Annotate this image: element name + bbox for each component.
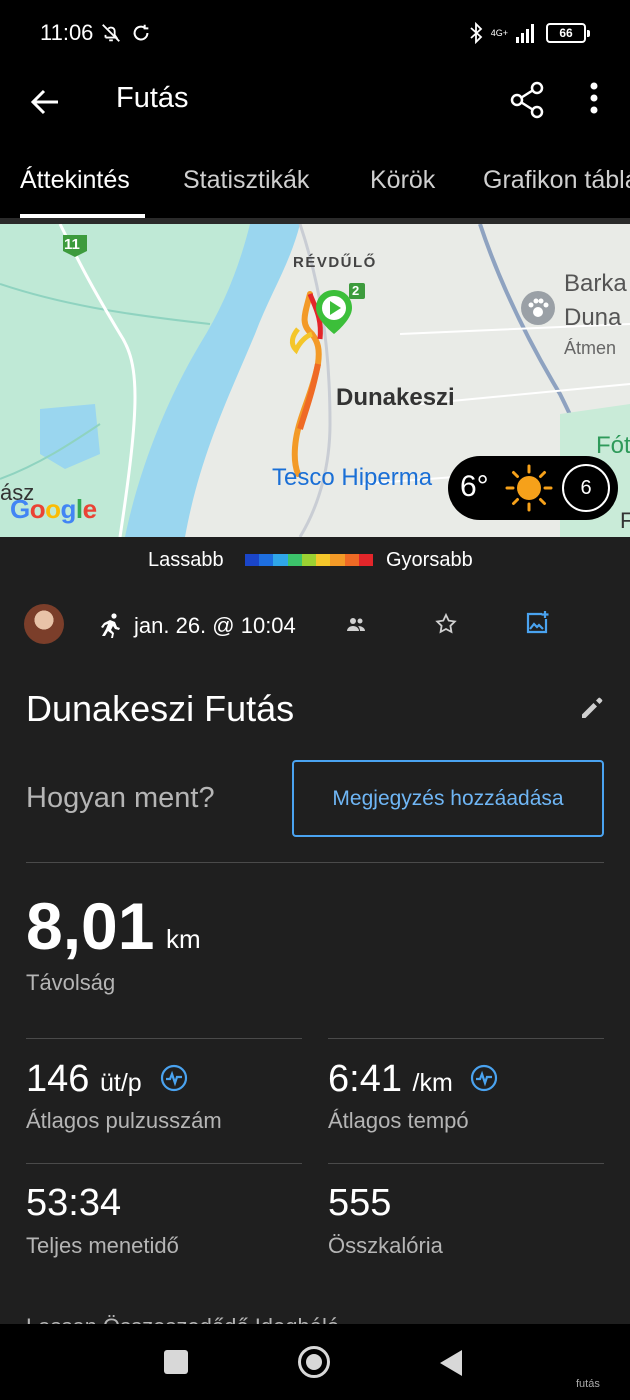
legend-color-segment	[259, 554, 274, 566]
distance-label: Távolság	[26, 970, 116, 995]
legend-faster-label: Gyorsabb	[386, 549, 473, 571]
signal-icon	[516, 24, 534, 43]
recent-apps-button[interactable]	[164, 1350, 188, 1374]
google-logo: Google	[10, 494, 97, 524]
legend-color-segment	[330, 554, 345, 566]
bluetooth-icon	[470, 22, 483, 44]
road-label-2: 2	[352, 283, 360, 298]
pace-legend: Lassabb Gyorsabb	[0, 537, 630, 583]
feedback-question: Hogyan ment?	[26, 782, 215, 814]
legend-color-segment	[273, 554, 288, 566]
map-label-edge: F	[620, 508, 630, 533]
sun-icon	[505, 464, 553, 512]
run-icon	[101, 613, 120, 638]
route-map[interactable]: 11 2 RÉVDŰLŐ Dunakeszi Tesco Hiperma Bar…	[0, 224, 630, 537]
distance-unit: km	[166, 924, 201, 954]
network-label: 4G+	[490, 27, 508, 38]
divider	[26, 1038, 302, 1039]
divider	[26, 862, 604, 863]
map-label-revdulo: RÉVDŰLŐ	[293, 254, 377, 271]
distance-value: 8,01	[26, 889, 155, 963]
map-label-tesco: Tesco Hiperma	[272, 464, 433, 491]
share-icon[interactable]	[506, 78, 550, 122]
weather-temperature: 6°	[460, 470, 489, 503]
add-note-button[interactable]: Megjegyzés hozzáadása	[292, 760, 604, 837]
home-button[interactable]	[298, 1346, 330, 1378]
divider	[328, 1163, 604, 1164]
legend-slower-label: Lassabb	[148, 549, 224, 571]
avg-pace-label: Átlagos tempó	[328, 1108, 469, 1133]
image-add-icon[interactable]	[524, 610, 550, 636]
bell-off-icon	[102, 24, 120, 42]
tab-overview[interactable]: Áttekintés	[20, 166, 130, 195]
avg-heart-rate-label: Átlagos pulzusszám	[26, 1108, 222, 1133]
divider	[26, 1163, 302, 1164]
activity-title: Dunakeszi Futás	[26, 688, 295, 729]
status-icons-right: 4G+ 66	[469, 22, 590, 44]
watermark: futás	[576, 1378, 600, 1390]
tab-statistics[interactable]: Statisztikák	[183, 166, 309, 195]
map-label-dunakeszi: Dunakeszi	[336, 384, 455, 411]
page-title: Futás	[116, 82, 189, 114]
calories-value: 555	[328, 1182, 392, 1224]
activity-meta: jan. 26. @ 10:04	[0, 600, 630, 650]
heart-rate-icon[interactable]	[160, 1064, 188, 1092]
status-time: 11:06	[40, 20, 94, 45]
star-icon[interactable]	[434, 612, 458, 636]
avg-heart-rate-value: 146 üt/p	[26, 1058, 142, 1100]
avg-pace-value: 6:41 /km	[328, 1058, 453, 1100]
battery-icon: 66	[546, 23, 590, 43]
heart-rate-icon[interactable]	[470, 1064, 498, 1092]
road-label-11: 11	[64, 236, 80, 253]
status-icons-left	[100, 22, 152, 44]
map-label-atmeno: Átmen	[564, 338, 617, 358]
map-label-barka1: Barka	[564, 270, 627, 297]
weather-widget[interactable]: 6° 6	[448, 456, 618, 520]
app-bar: Futás	[0, 68, 630, 144]
back-arrow-icon[interactable]	[24, 80, 68, 124]
legend-color-segment	[287, 554, 302, 566]
edit-icon[interactable]	[578, 694, 606, 722]
tab-laps[interactable]: Körök	[370, 166, 435, 195]
paw-poi-icon	[521, 291, 555, 325]
system-nav-bar: futás	[0, 1324, 630, 1400]
back-button[interactable]	[440, 1350, 462, 1376]
divider	[328, 1038, 604, 1039]
map-label-fot: Fót	[596, 432, 630, 459]
people-icon[interactable]	[345, 614, 367, 636]
legend-color-segment	[344, 554, 359, 566]
tab-bar: Áttekintés Statisztikák Körök Grafikon t…	[0, 144, 630, 224]
total-time-label: Teljes menetidő	[26, 1233, 179, 1258]
sync-icon	[133, 24, 149, 41]
cutoff-text: Lassan Összeszedődő Idegháló	[26, 1314, 339, 1324]
legend-color-segment	[245, 554, 260, 566]
avatar[interactable]	[24, 604, 64, 644]
more-vert-icon[interactable]	[574, 78, 614, 122]
map-label-barka2: Duna	[564, 304, 622, 331]
calories-label: Összkalória	[328, 1233, 443, 1258]
status-bar: 11:06 4G+ 66	[0, 0, 630, 68]
legend-color-segment	[316, 554, 331, 566]
activity-date: jan. 26. @ 10:04	[134, 613, 296, 638]
total-time-value: 53:34	[26, 1182, 122, 1224]
legend-color-bar	[245, 554, 373, 566]
wind-speed: 6	[562, 464, 610, 512]
tab-charts[interactable]: Grafikon táblázat	[483, 166, 630, 195]
legend-color-segment	[301, 554, 317, 566]
legend-color-segment	[358, 554, 373, 566]
